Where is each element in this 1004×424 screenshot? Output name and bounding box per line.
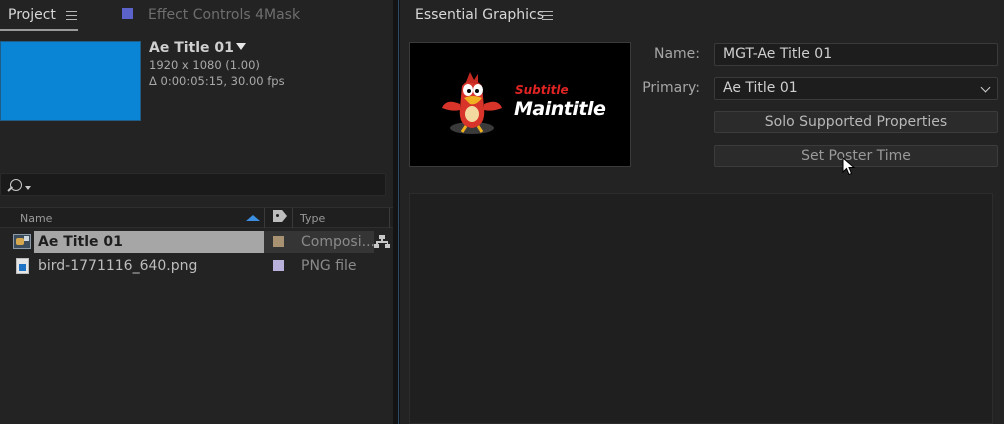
column-type[interactable]: Type: [300, 212, 325, 225]
column-divider[interactable]: [292, 208, 293, 228]
comp-thumbnail: [0, 41, 141, 121]
flowchart-icon[interactable]: [374, 235, 390, 249]
column-divider[interactable]: [389, 208, 390, 228]
poster-maintitle: Maintitle: [514, 98, 606, 120]
comp-resolution: 1920 x 1080 (1.00): [149, 58, 260, 72]
column-divider[interactable]: [264, 208, 265, 228]
name-label: Name:: [653, 46, 700, 62]
primary-select-value: Ae Title 01: [723, 80, 798, 96]
active-tab-indicator: [0, 29, 78, 31]
png-file-icon: [16, 258, 29, 274]
project-menu-icon[interactable]: [66, 11, 77, 20]
solo-supported-properties-button[interactable]: Solo Supported Properties: [714, 111, 998, 133]
search-icon: [10, 179, 22, 191]
composition-icon: [13, 234, 31, 249]
label-color-swatch[interactable]: [273, 236, 284, 247]
poster-subtitle: Subtitle: [515, 83, 569, 97]
project-panel: Project Effect Controls 4Mask Ae Title 0…: [0, 0, 393, 424]
label-color-swatch[interactable]: [273, 260, 284, 271]
table-row[interactable]: bird-1771116_640.png PNG file: [0, 255, 393, 277]
project-tabbar: Project Effect Controls 4Mask: [0, 0, 393, 31]
mouse-cursor-icon: [842, 157, 856, 176]
search-options-icon[interactable]: [25, 186, 31, 190]
label-tag-icon[interactable]: [273, 210, 287, 222]
name-field-value: MGT-Ae Title 01: [723, 46, 833, 62]
comp-dropdown-icon[interactable]: [236, 43, 246, 50]
item-name[interactable]: bird-1771116_640.png: [38, 258, 197, 274]
tab-essential-graphics[interactable]: Essential Graphics: [415, 7, 544, 23]
sort-ascending-icon[interactable]: [246, 215, 260, 221]
name-field[interactable]: MGT-Ae Title 01: [714, 43, 998, 66]
bird-mascot-icon: [442, 72, 502, 134]
essential-graphics-menu-icon[interactable]: [542, 11, 553, 20]
item-type: PNG file: [301, 258, 357, 274]
column-header: Name Type: [0, 207, 393, 228]
comp-name: Ae Title 01: [149, 40, 234, 56]
primary-label: Primary:: [642, 80, 700, 96]
project-search-input[interactable]: [0, 173, 386, 196]
effect-controls-swatch-icon: [122, 8, 133, 19]
poster-frame-preview: Subtitle Maintitle: [409, 42, 631, 167]
tab-project[interactable]: Project: [8, 7, 56, 23]
set-poster-time-button[interactable]: Set Poster Time: [714, 145, 998, 167]
chevron-down-icon: [980, 82, 991, 93]
item-name[interactable]: Ae Title 01: [38, 234, 123, 250]
tab-effect-controls[interactable]: Effect Controls 4Mask: [148, 7, 300, 23]
panel-divider[interactable]: [393, 0, 400, 424]
item-type: Composi...: [301, 234, 375, 250]
comp-duration: Δ 0:00:05:15, 30.00 fps: [149, 74, 285, 88]
column-name[interactable]: Name: [20, 212, 52, 225]
primary-select[interactable]: Ae Title 01: [714, 77, 998, 100]
essential-graphics-panel: Essential Graphics Subtitle Maintitle Na…: [400, 0, 1004, 424]
table-row[interactable]: Ae Title 01 Composi...: [0, 231, 393, 253]
essential-graphics-content-area[interactable]: [409, 193, 993, 424]
